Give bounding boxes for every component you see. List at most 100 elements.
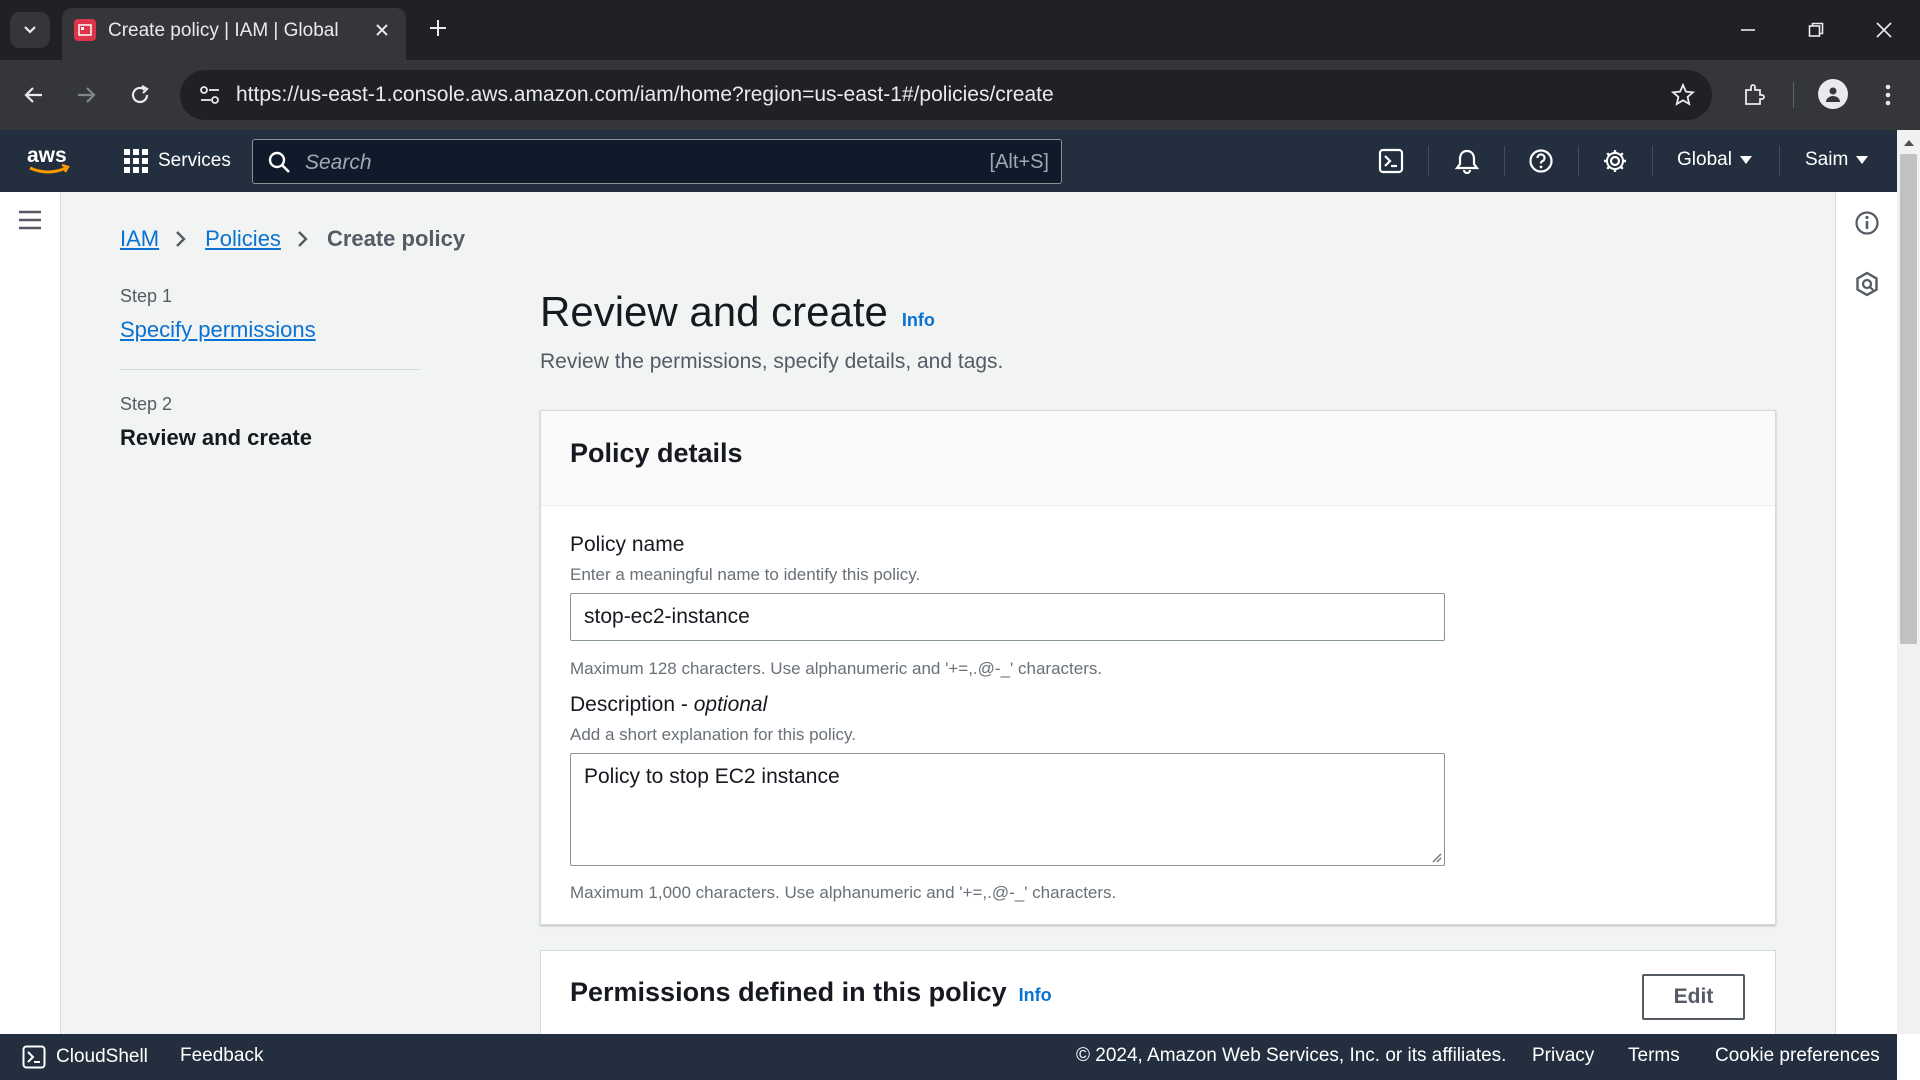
console-footer: CloudShell Feedback © 2024, Amazon Web S… <box>0 1034 1897 1080</box>
wizard-steps: Step 1 Specify permissions Step 2 Review… <box>120 286 420 451</box>
grid-icon <box>124 149 148 173</box>
user-name: Saim <box>1805 149 1849 170</box>
browser-tab-bar: Create policy | IAM | Global <box>0 0 1920 60</box>
feedback-link[interactable]: Feedback <box>180 1045 263 1067</box>
browser-tab-active[interactable]: Create policy | IAM | Global <box>62 8 406 60</box>
page-scrollbar[interactable] <box>1897 130 1920 1034</box>
minimize-icon[interactable] <box>1728 10 1768 50</box>
tab-title: Create policy | IAM | Global <box>108 20 339 41</box>
tab-close-icon[interactable] <box>370 18 394 42</box>
policy-name-description: Enter a meaningful name to identify this… <box>570 565 921 584</box>
permissions-title: Permissions defined in this policy <box>570 977 1007 1007</box>
permissions-info-link[interactable]: Info <box>1019 985 1052 1006</box>
step-1-link[interactable]: Specify permissions <box>120 317 420 343</box>
page-description: Review the permissions, specify details,… <box>540 350 1004 373</box>
back-icon[interactable] <box>16 77 52 113</box>
description-value: Policy to stop EC2 instance <box>584 765 840 788</box>
amazon-q-icon[interactable] <box>1853 270 1881 298</box>
toolbar-divider <box>1793 82 1794 108</box>
url-text: https://us-east-1.console.aws.amazon.com… <box>236 83 1054 106</box>
scroll-up-arrow-icon[interactable] <box>1897 134 1920 150</box>
policy-details-panel: Policy details Policy name Enter a meani… <box>540 410 1776 925</box>
chevron-right-icon <box>175 230 189 248</box>
settings-gear-icon[interactable] <box>1600 146 1630 176</box>
header-divider <box>1779 146 1780 176</box>
description-textarea[interactable]: Policy to stop EC2 instance <box>570 753 1445 866</box>
scrollbar-thumb[interactable] <box>1900 154 1917 644</box>
iam-favicon-icon <box>74 19 96 41</box>
profile-avatar-icon[interactable] <box>1818 79 1848 109</box>
address-bar[interactable]: https://us-east-1.console.aws.amazon.com… <box>180 70 1712 120</box>
close-window-icon[interactable] <box>1864 10 1904 50</box>
chevron-down-icon <box>24 26 36 34</box>
panel-header: Policy details <box>541 411 1775 506</box>
cloudshell-label: CloudShell <box>56 1046 148 1067</box>
tab-list-button[interactable] <box>10 12 50 48</box>
browser-toolbar: https://us-east-1.console.aws.amazon.com… <box>0 60 1920 130</box>
breadcrumb-current: Create policy <box>326 226 466 251</box>
restore-icon[interactable] <box>1796 10 1836 50</box>
region-selector[interactable]: Global <box>1677 149 1752 171</box>
svg-text:aws: aws <box>27 144 67 167</box>
description-field-description: Add a short explanation for this policy. <box>570 725 857 744</box>
panel-title: Policy details <box>570 438 743 468</box>
browser-menu-icon[interactable] <box>1870 77 1906 113</box>
search-icon <box>268 151 290 173</box>
terms-link[interactable]: Terms <box>1628 1045 1680 1067</box>
step-2-title: Review and create <box>120 425 312 450</box>
step-2-label: Step 2 <box>120 394 173 414</box>
breadcrumb-iam[interactable]: IAM <box>120 226 159 252</box>
reload-icon[interactable] <box>122 77 158 113</box>
permissions-panel-header: Permissions defined in this policy Info <box>570 977 1052 1008</box>
step-divider <box>120 369 420 370</box>
services-label: Services <box>158 150 231 171</box>
info-panel-icon[interactable] <box>1853 209 1881 237</box>
cloudshell-icon[interactable] <box>1376 146 1406 176</box>
console-search-input[interactable]: Search [Alt+S] <box>252 139 1062 184</box>
resize-handle-icon[interactable] <box>1430 851 1442 863</box>
caret-down-icon <box>1856 156 1869 164</box>
extensions-icon[interactable] <box>1736 77 1772 113</box>
account-menu[interactable]: Saim <box>1805 149 1869 171</box>
description-label: Description - optional <box>570 693 768 716</box>
header-divider <box>1428 146 1429 176</box>
cookie-preferences-link[interactable]: Cookie preferences <box>1715 1045 1880 1067</box>
services-menu-button[interactable]: Services <box>124 147 231 175</box>
policy-name-input[interactable]: stop-ec2-instance <box>570 593 1445 641</box>
header-divider <box>1652 146 1653 176</box>
left-navigation-rail <box>0 192 61 1034</box>
description-label-text: Description <box>570 693 676 716</box>
cloudshell-button[interactable]: CloudShell <box>22 1045 148 1069</box>
policy-name-value: stop-ec2-instance <box>584 605 750 628</box>
page-title: Review and create <box>540 288 888 335</box>
notifications-bell-icon[interactable] <box>1452 146 1482 176</box>
new-tab-icon[interactable] <box>424 14 452 42</box>
site-info-icon[interactable] <box>192 77 228 113</box>
breadcrumb-policies[interactable]: Policies <box>205 226 281 252</box>
cloudshell-icon <box>22 1045 46 1069</box>
aws-logo[interactable]: aws <box>26 142 76 178</box>
hamburger-menu-icon[interactable] <box>18 210 42 230</box>
search-shortcut-hint: [Alt+S] <box>989 151 1049 173</box>
description-constraint: Maximum 1,000 characters. Use alphanumer… <box>570 883 1117 902</box>
help-icon[interactable] <box>1526 146 1556 176</box>
copyright-text: © 2024, Amazon Web Services, Inc. or its… <box>1076 1045 1507 1066</box>
page-header: Review and create Info <box>540 288 935 336</box>
forward-icon[interactable] <box>68 77 104 113</box>
right-tools-rail <box>1835 192 1897 1034</box>
breadcrumb: IAM Policies Create policy <box>120 226 465 252</box>
policy-name-label: Policy name <box>570 533 685 556</box>
policy-name-constraint: Maximum 128 characters. Use alphanumeric… <box>570 659 1103 678</box>
step-1-label: Step 1 <box>120 286 173 306</box>
page-info-link[interactable]: Info <box>902 310 935 331</box>
header-divider <box>1504 146 1505 176</box>
header-divider <box>1578 146 1579 176</box>
caret-down-icon <box>1739 156 1752 164</box>
region-label: Global <box>1677 149 1732 170</box>
privacy-link[interactable]: Privacy <box>1532 1045 1594 1067</box>
permissions-panel: Permissions defined in this policy Info … <box>540 950 1776 1043</box>
edit-permissions-button[interactable]: Edit <box>1642 974 1745 1020</box>
aws-console-header: aws Services Search [Alt+S] Global Saim <box>0 130 1897 192</box>
chevron-right-icon <box>297 230 311 248</box>
bookmark-star-icon[interactable] <box>1670 82 1696 108</box>
